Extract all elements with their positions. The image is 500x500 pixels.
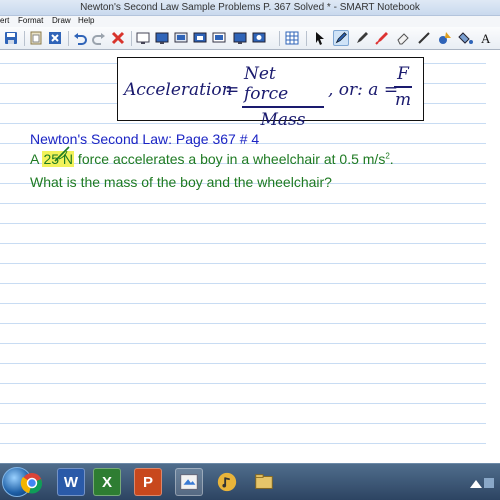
taskbar: W X P: [0, 463, 500, 500]
table-icon[interactable]: [284, 30, 300, 46]
toolbar: A: [0, 27, 500, 50]
fraction-f-over-m: F m: [394, 64, 412, 110]
word-icon[interactable]: W: [57, 468, 85, 496]
formula-lhs: Acceleration: [124, 80, 233, 100]
smart-notebook-icon[interactable]: [175, 468, 203, 496]
title-bar: Newton's Second Law Sample Problems P. 3…: [0, 0, 500, 16]
redo-icon[interactable]: [91, 30, 107, 46]
eraser-icon[interactable]: [395, 30, 411, 46]
pen-annotation-mark: [54, 146, 70, 162]
fraction-denominator: Mass: [260, 109, 306, 130]
undo-icon[interactable]: [72, 30, 88, 46]
system-tray[interactable]: [464, 468, 500, 496]
document-camera-icon[interactable]: [154, 30, 170, 46]
paste-icon[interactable]: [28, 30, 44, 46]
powerpoint-icon[interactable]: P: [134, 468, 162, 496]
problem-line-1: A 25 N force accelerates a boy in a whee…: [30, 151, 394, 167]
formula-equals: =: [225, 80, 240, 100]
menu-insert[interactable]: ert: [0, 16, 9, 25]
delete-icon[interactable]: [47, 30, 63, 46]
fraction-numerator-f: F: [397, 64, 409, 84]
delete-x-icon[interactable]: [110, 30, 126, 46]
menu-draw[interactable]: Draw: [52, 16, 71, 25]
fill-icon[interactable]: [458, 30, 474, 46]
creative-pen-icon[interactable]: [354, 30, 370, 46]
pen-icon[interactable]: [333, 30, 349, 46]
window-title: Newton's Second Law Sample Problems P. 3…: [80, 2, 420, 13]
menu-help[interactable]: Help: [78, 16, 94, 25]
save-icon[interactable]: [3, 30, 19, 46]
page-margin: [486, 51, 500, 462]
fraction-net-force-over-mass: Net force Mass: [242, 64, 324, 130]
explorer-icon[interactable]: [250, 468, 278, 496]
menu-bar: ert Format Draw Help: [0, 16, 500, 27]
select-icon[interactable]: [312, 30, 328, 46]
problem-line-2: What is the mass of the boy and the whee…: [30, 174, 332, 190]
capture-toolbar-icon[interactable]: [232, 30, 248, 46]
capture-icon[interactable]: [192, 30, 208, 46]
svg-text:A: A: [481, 31, 491, 46]
display-icon[interactable]: [173, 30, 189, 46]
excel-icon[interactable]: X: [93, 468, 121, 496]
formula-or: , or: a =: [328, 80, 399, 100]
text-icon[interactable]: A: [479, 30, 495, 46]
chrome-icon[interactable]: [18, 469, 46, 497]
fraction-numerator: Net force: [244, 64, 289, 104]
highlighter-icon[interactable]: [374, 30, 390, 46]
shapes-icon[interactable]: [437, 30, 453, 46]
screen-recorder-icon[interactable]: [251, 30, 267, 46]
line-icon[interactable]: [416, 30, 432, 46]
fraction-denominator-m: m: [394, 89, 412, 110]
formula-box[interactable]: Acceleration = Net force Mass , or: a = …: [117, 57, 424, 130]
full-screen-icon[interactable]: [211, 30, 227, 46]
screen-shade-icon[interactable]: [135, 30, 151, 46]
menu-format[interactable]: Format: [18, 16, 43, 25]
music-icon[interactable]: [213, 468, 241, 496]
